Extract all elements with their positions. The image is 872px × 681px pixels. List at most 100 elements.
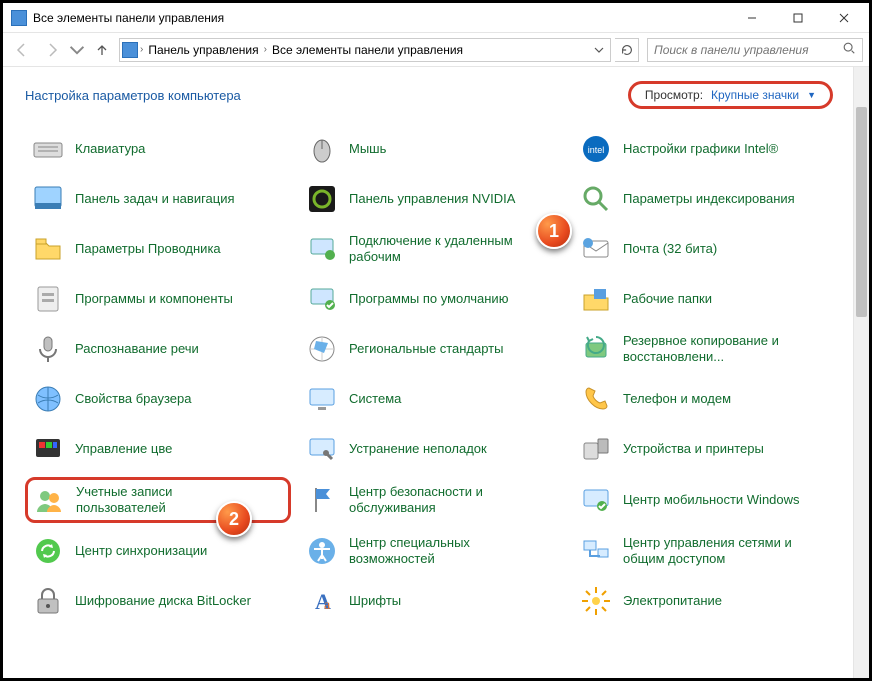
svg-text:a: a [324, 598, 331, 613]
titlebar: Все элементы панели управления [3, 3, 869, 33]
remote-icon [305, 232, 339, 266]
item-label: Почта (32 бита) [623, 241, 717, 257]
search-box[interactable] [647, 38, 863, 62]
content-area: Настройка параметров компьютера Просмотр… [3, 67, 869, 678]
control-panel-item[interactable]: Телефон и модем [573, 377, 839, 421]
keyboard-icon [31, 132, 65, 166]
breadcrumb-root[interactable]: Панель управления [145, 43, 261, 57]
region-icon [305, 332, 339, 366]
chevron-right-icon[interactable]: › [140, 44, 143, 55]
control-panel-item[interactable]: Шифрование диска BitLocker [25, 579, 291, 623]
control-panel-item[interactable]: Центр специальных возможностей [299, 529, 565, 573]
recent-locations-button[interactable] [69, 37, 85, 63]
nvidia-icon [305, 182, 339, 216]
control-panel-item[interactable]: Параметры индексирования [573, 177, 839, 221]
chevron-down-icon: ▼ [807, 90, 816, 100]
phone-icon [579, 382, 613, 416]
item-label: Центр безопасности и обслуживания [349, 484, 529, 517]
item-label: Свойства браузера [75, 391, 191, 407]
bitlocker-icon [31, 584, 65, 618]
item-label: Шифрование диска BitLocker [75, 593, 251, 609]
item-label: Распознавание речи [75, 341, 199, 357]
item-label: Настройки графики Intel® [623, 141, 778, 157]
item-label: Шрифты [349, 593, 401, 609]
globe-icon [31, 382, 65, 416]
forward-button[interactable] [39, 37, 65, 63]
item-label: Рабочие папки [623, 291, 712, 307]
item-label: Панель управления NVIDIA [349, 191, 515, 207]
mouse-icon [305, 132, 339, 166]
header-row: Настройка параметров компьютера Просмотр… [25, 81, 851, 109]
item-label: Параметры Проводника [75, 241, 221, 257]
control-panel-item[interactable]: Мышь [299, 127, 565, 171]
control-panel-item[interactable]: Электропитание [573, 579, 839, 623]
mail-icon [579, 232, 613, 266]
control-panel-item[interactable]: Устранение неполадок [299, 427, 565, 471]
control-panel-item[interactable]: Центр синхронизации [25, 529, 291, 573]
sync-icon [31, 534, 65, 568]
intel-icon: intel [579, 132, 613, 166]
control-panel-item[interactable]: Панель управления NVIDIA [299, 177, 565, 221]
window-controls [729, 3, 867, 33]
flag-icon [305, 483, 339, 517]
control-panel-item[interactable]: Резервное копирование и восстановлени... [573, 327, 839, 371]
refresh-button[interactable] [615, 38, 639, 62]
taskbar-icon [31, 182, 65, 216]
item-label: Центр синхронизации [75, 543, 207, 559]
control-panel-item[interactable]: Устройства и принтеры [573, 427, 839, 471]
view-label: Просмотр: [645, 88, 703, 102]
item-label: Система [349, 391, 401, 407]
control-panel-item[interactable]: Aa Шрифты [299, 579, 565, 623]
item-label: Резервное копирование и восстановлени... [623, 333, 803, 366]
item-label: Панель задач и навигация [75, 191, 235, 207]
search-icon[interactable] [842, 41, 856, 58]
programs-icon [31, 282, 65, 316]
control-panel-item[interactable]: Почта (32 бита) [573, 227, 839, 271]
color-icon [31, 432, 65, 466]
backup-icon [579, 332, 613, 366]
control-panel-grid: Клавиатура Мышь intel Настройки графики Int… [25, 127, 851, 623]
scrollbar[interactable] [853, 67, 869, 678]
item-label: Электропитание [623, 593, 722, 609]
annotation-badge-2: 2 [216, 501, 252, 537]
back-button[interactable] [9, 37, 35, 63]
annotation-badge-1: 1 [536, 213, 572, 249]
control-panel-item[interactable]: Центр мобильности Windows [573, 477, 839, 523]
close-button[interactable] [821, 3, 867, 33]
system-icon [305, 382, 339, 416]
mobility-icon [579, 483, 613, 517]
control-panel-item[interactable]: Центр управления сетями и общим доступом [573, 529, 839, 573]
control-panel-item[interactable]: Подключение к удаленным рабочим [299, 227, 565, 271]
maximize-button[interactable] [775, 3, 821, 33]
search-input[interactable] [654, 43, 842, 57]
control-panel-item[interactable]: Центр безопасности и обслуживания [299, 477, 565, 523]
chevron-right-icon[interactable]: › [264, 44, 267, 55]
control-panel-item[interactable]: Панель задач и навигация [25, 177, 291, 221]
address-bar[interactable]: › Панель управления › Все элементы панел… [119, 38, 611, 62]
item-label: Программы по умолчанию [349, 291, 508, 307]
control-panel-item[interactable]: Рабочие папки [573, 277, 839, 321]
breadcrumb-current[interactable]: Все элементы панели управления [269, 43, 466, 57]
control-panel-item[interactable]: Параметры Проводника [25, 227, 291, 271]
item-label: Центр специальных возможностей [349, 535, 529, 568]
minimize-button[interactable] [729, 3, 775, 33]
control-panel-icon [122, 42, 138, 58]
up-button[interactable] [89, 37, 115, 63]
fonts-icon: Aa [305, 584, 339, 618]
view-dropdown[interactable]: Просмотр: Крупные значки ▼ [628, 81, 833, 109]
control-panel-item[interactable]: Программы по умолчанию [299, 277, 565, 321]
ease-icon [305, 534, 339, 568]
control-panel-item[interactable]: intel Настройки графики Intel® [573, 127, 839, 171]
control-panel-item[interactable]: Свойства браузера [25, 377, 291, 421]
item-label: Центр мобильности Windows [623, 492, 800, 508]
control-panel-item[interactable]: Клавиатура [25, 127, 291, 171]
control-panel-item[interactable]: Распознавание речи [25, 327, 291, 371]
address-dropdown-button[interactable] [590, 39, 608, 61]
control-panel-item[interactable]: Система [299, 377, 565, 421]
control-panel-item[interactable]: Программы и компоненты [25, 277, 291, 321]
item-label: Мышь [349, 141, 386, 157]
control-panel-item[interactable]: Управление цве [25, 427, 291, 471]
mic-icon [31, 332, 65, 366]
svg-text:intel: intel [588, 145, 605, 155]
control-panel-item[interactable]: Региональные стандарты [299, 327, 565, 371]
